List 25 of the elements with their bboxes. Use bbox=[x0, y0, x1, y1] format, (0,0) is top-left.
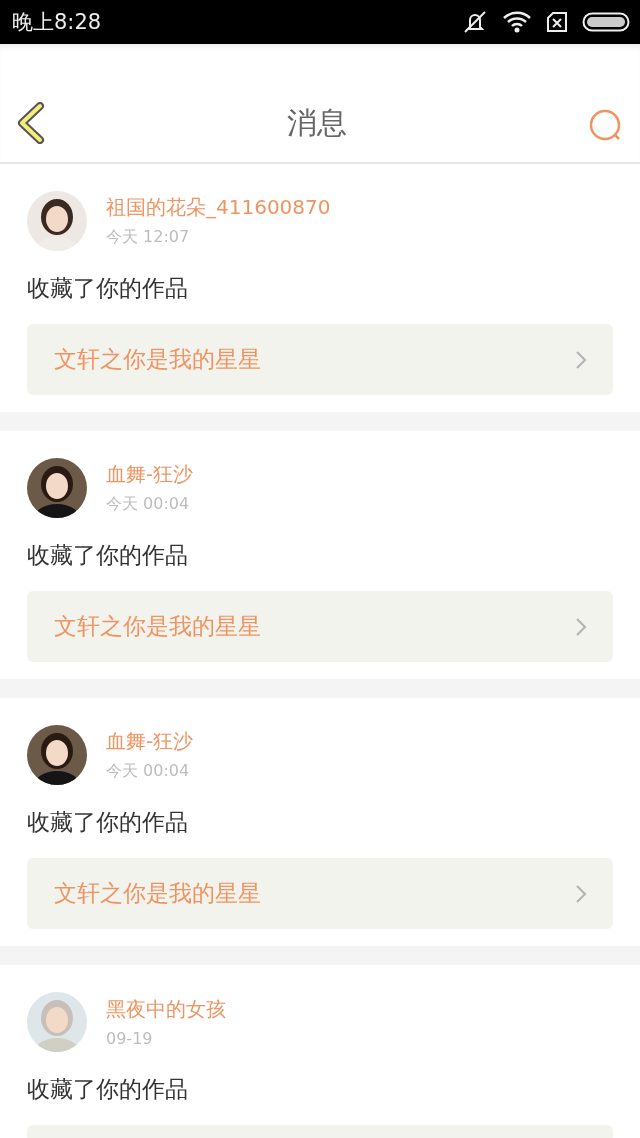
user-name[interactable]: 祖国的花朵_411600870 bbox=[106, 194, 331, 221]
message-time: 09-19 bbox=[106, 1029, 154, 1048]
user-name[interactable]: 血舞-狂沙 bbox=[106, 461, 194, 488]
work-link[interactable]: 文轩之你是我的星星 bbox=[27, 858, 613, 929]
chevron-right-icon bbox=[575, 883, 587, 904]
status-time: 晚上8:28 bbox=[12, 9, 102, 36]
sim-card-icon bbox=[546, 11, 568, 33]
message-time: 今天 00:04 bbox=[106, 494, 191, 515]
chevron-right-icon bbox=[575, 349, 587, 370]
wifi-icon bbox=[502, 10, 532, 34]
chevron-right-icon bbox=[575, 616, 587, 637]
work-link[interactable]: 文轩之你是我的星星 bbox=[27, 324, 613, 395]
user-name[interactable]: 血舞-狂沙 bbox=[106, 728, 194, 755]
action-text: 收藏了你的作品 bbox=[27, 541, 189, 570]
page-title: 消息 bbox=[287, 104, 347, 142]
action-text: 收藏了你的作品 bbox=[27, 808, 189, 837]
action-text: 收藏了你的作品 bbox=[27, 274, 189, 303]
back-icon[interactable] bbox=[16, 102, 46, 144]
user-name[interactable]: 黑夜中的女孩 bbox=[106, 996, 226, 1023]
muted-bell-icon bbox=[462, 10, 488, 34]
battery-icon bbox=[582, 11, 630, 33]
action-text: 收藏了你的作品 bbox=[27, 1075, 189, 1104]
message-time: 今天 00:04 bbox=[106, 761, 191, 782]
work-link[interactable]: 文轩之你是我的星星 bbox=[27, 591, 613, 662]
message-time: 今天 12:07 bbox=[106, 227, 191, 248]
